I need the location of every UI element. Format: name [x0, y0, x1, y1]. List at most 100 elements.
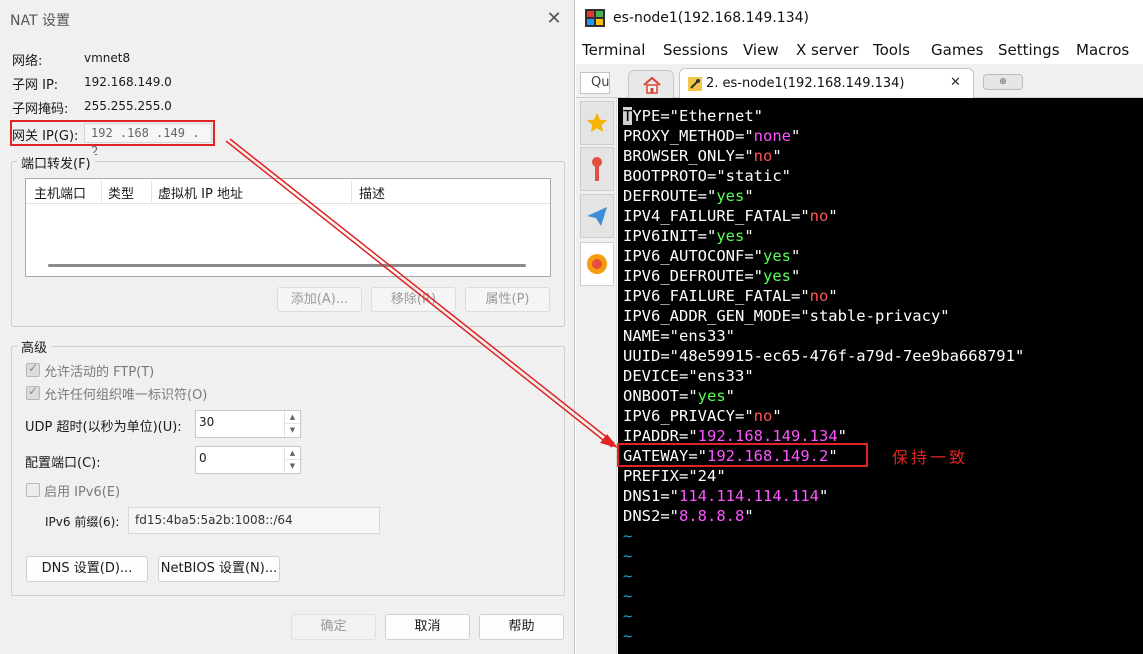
column-separator: [101, 181, 102, 202]
remove-button[interactable]: 移除(R): [371, 287, 456, 312]
horizontal-scrollbar[interactable]: [48, 264, 526, 267]
config-key: ONBOOT=: [623, 387, 689, 405]
terminal-line: PROXY_METHOD="none": [623, 126, 800, 146]
config-key: IPV6INIT=: [623, 227, 707, 245]
ok-button[interactable]: 确定: [291, 614, 376, 640]
column-vm-ip[interactable]: 虚拟机 IP 地址: [158, 183, 243, 202]
config-value: "ens33": [688, 367, 754, 385]
sidebar-favorites[interactable]: [580, 101, 614, 145]
config-key: IPV6_DEFROUTE=: [623, 267, 754, 285]
new-tab-icon[interactable]: ⊕: [983, 74, 1023, 90]
tab-bar: Qu 2. es-node1(192.168.149.134) ✕ ⊕: [576, 64, 1143, 98]
advanced-title: 高级: [17, 337, 52, 356]
config-key: IPV6_PRIVACY=: [623, 407, 745, 425]
tab-close-icon[interactable]: ✕: [950, 75, 961, 90]
port-forward-title: 端口转发(F): [17, 153, 95, 172]
dialog-titlebar: NAT 设置 ✕: [0, 0, 575, 38]
tab-es-node1[interactable]: 2. es-node1(192.168.149.134) ✕: [679, 68, 974, 98]
config-port-value[interactable]: 0: [199, 451, 207, 465]
gateway-highlight-box: [10, 120, 215, 146]
udp-timeout-label: UDP 超时(以秒为单位)(U):: [25, 420, 182, 435]
terminal-line: IPV6INIT="yes": [623, 226, 754, 246]
menu-games[interactable]: Games: [931, 41, 983, 59]
config-value: "yes": [688, 387, 736, 405]
stepper-buttons: ▲ ▼: [284, 447, 300, 473]
sidebar-tools[interactable]: [580, 147, 614, 191]
text-cursor: T: [623, 107, 633, 125]
close-icon[interactable]: ✕: [544, 9, 564, 29]
terminal-line: PREFIX="24": [623, 466, 726, 486]
gateway-line-highlight-box: [617, 443, 868, 467]
config-port-stepper[interactable]: 0 ▲ ▼: [195, 446, 301, 474]
empty-line-tilde: ~: [623, 527, 633, 545]
config-value: "yes": [753, 267, 801, 285]
config-key: BROWSER_ONLY=: [623, 147, 745, 165]
enable-ipv6-checkbox[interactable]: [26, 483, 40, 497]
config-key: DEFROUTE=: [623, 187, 707, 205]
spin-down-icon[interactable]: ▼: [285, 460, 300, 473]
menu-macros[interactable]: Macros: [1076, 41, 1129, 59]
config-value: "static": [716, 167, 791, 185]
config-value: "no": [800, 287, 838, 305]
config-key: TYPE=: [623, 107, 670, 125]
netbios-settings-button[interactable]: NetBIOS 设置(N)...: [158, 556, 280, 582]
nat-settings-dialog: NAT 设置 ✕ 网络: vmnet8 子网 IP: 192.168.149.0…: [0, 0, 575, 654]
udp-timeout-value[interactable]: 30: [199, 415, 214, 429]
menu-view[interactable]: View: [743, 41, 779, 59]
column-host-port[interactable]: 主机端口: [34, 183, 86, 202]
terminal-output[interactable]: TYPE="Ethernet" PROXY_METHOD="none" BROWSE…: [618, 98, 1143, 654]
config-key: DEVICE=: [623, 367, 689, 385]
menu-settings[interactable]: Settings: [998, 41, 1060, 59]
config-value: "no": [800, 207, 838, 225]
subnet-mask-value: 255.255.255.0: [84, 99, 172, 113]
paper-plane-icon: [587, 207, 607, 226]
add-button[interactable]: 添加(A)...: [277, 287, 362, 312]
dns-settings-button[interactable]: DNS 设置(D)...: [26, 556, 148, 582]
allow-oui-label: 允许任何组织唯一标识符(O): [44, 388, 208, 403]
sidebar-sftp[interactable]: [580, 194, 614, 238]
ipv6-prefix-input[interactable]: fd15:4ba5:5a2b:1008::/64: [128, 507, 380, 534]
menu-tools[interactable]: Tools: [873, 41, 910, 59]
sidebar: [576, 98, 617, 654]
allow-ftp-checkbox[interactable]: [26, 361, 40, 377]
terminal-line: IPV4_FAILURE_FATAL="no": [623, 206, 838, 226]
window-title: es-node1(192.168.149.134): [613, 10, 809, 26]
spin-down-icon[interactable]: ▼: [285, 424, 300, 437]
port-forward-list[interactable]: 主机端口 类型 虚拟机 IP 地址 描述: [25, 178, 551, 277]
column-description[interactable]: 描述: [359, 183, 385, 202]
config-value: "ens33": [669, 327, 735, 345]
menu-sessions[interactable]: Sessions: [663, 41, 728, 59]
empty-line-tilde: ~: [623, 567, 633, 585]
config-value: "yes": [707, 187, 754, 205]
quick-connect-input[interactable]: Qu: [580, 72, 610, 94]
config-value: "48e59915-ec65-476f-a79d-7ee9ba668791": [669, 347, 1025, 365]
dialog-title: NAT 设置: [10, 13, 70, 29]
column-type[interactable]: 类型: [108, 183, 134, 202]
spin-up-icon[interactable]: ▲: [285, 411, 300, 424]
cancel-button[interactable]: 取消: [385, 614, 470, 640]
subnet-ip-label: 子网 IP:: [12, 78, 59, 93]
menu-terminal[interactable]: Terminal: [582, 41, 645, 59]
terminal-line: BOOTPROTO="static": [623, 166, 791, 186]
menu-xserver[interactable]: X server: [796, 41, 859, 59]
config-key: DNS2=: [623, 507, 670, 525]
terminal-line: BROWSER_ONLY="no": [623, 146, 782, 166]
help-button[interactable]: 帮助: [479, 614, 564, 640]
config-value: "Ethernet": [669, 107, 763, 125]
allow-oui-checkbox[interactable]: [26, 384, 40, 400]
properties-button[interactable]: 属性(P): [465, 287, 550, 312]
mobaxterm-window: es-node1(192.168.149.134) Terminal Sessi…: [576, 0, 1143, 654]
tab-home[interactable]: [628, 70, 674, 98]
ipv6-prefix-label: IPv6 前缀(6):: [45, 515, 120, 529]
sidebar-macros[interactable]: [580, 242, 614, 286]
network-label: 网络:: [12, 54, 43, 69]
empty-line-tilde: ~: [623, 587, 633, 605]
config-value: "yes": [707, 227, 754, 245]
terminal-line: DEVICE="ens33": [623, 366, 754, 386]
config-value: "8.8.8.8": [669, 507, 754, 525]
config-key: BOOTPROTO=: [623, 167, 717, 185]
spin-up-icon[interactable]: ▲: [285, 447, 300, 460]
config-key: IPV6_ADDR_GEN_MODE=: [623, 307, 801, 325]
empty-line-tilde: ~: [623, 627, 633, 645]
udp-timeout-stepper[interactable]: 30 ▲ ▼: [195, 410, 301, 438]
